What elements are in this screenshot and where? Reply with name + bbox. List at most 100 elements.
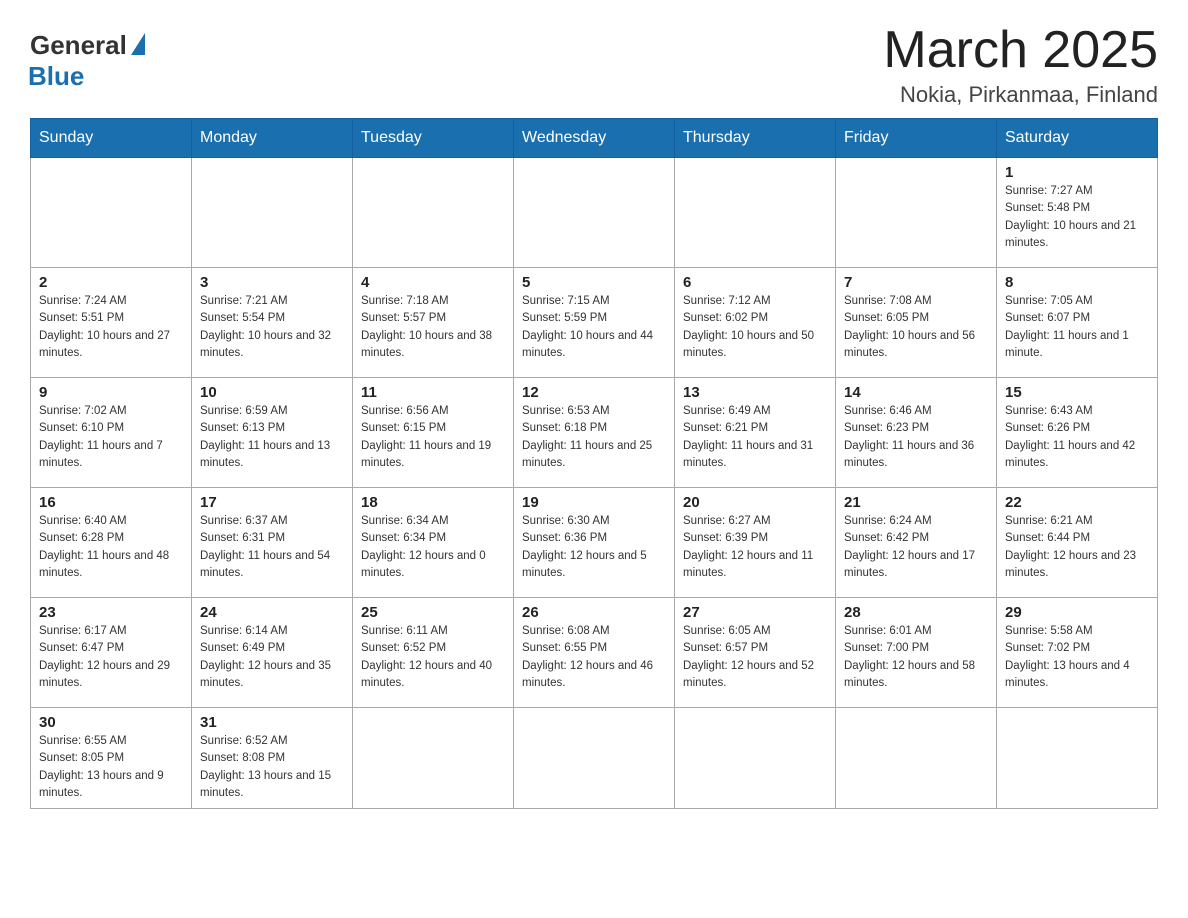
weekday-header-friday: Friday: [836, 119, 997, 158]
calendar-cell: 19 Sunrise: 6:30 AMSunset: 6:36 PMDayligh…: [514, 488, 675, 598]
calendar-cell: 5 Sunrise: 7:15 AMSunset: 5:59 PMDaylight…: [514, 268, 675, 378]
day-number: 2: [39, 274, 183, 291]
day-number: 21: [844, 494, 988, 511]
weekday-header-thursday: Thursday: [675, 119, 836, 158]
calendar-header-row: SundayMondayTuesdayWednesdayThursdayFrid…: [31, 119, 1158, 158]
day-info: Sunrise: 6:08 AMSunset: 6:55 PMDaylight:…: [522, 623, 666, 692]
calendar-cell: 24Sunrise: 6:14 AMSunset: 6:49 PMDayligh…: [192, 598, 353, 708]
calendar-cell: 27 Sunrise: 6:05 AMSunset: 6:57 PMDayligh…: [675, 598, 836, 708]
day-info: Sunrise: 6:52 AMSunset: 8:08 PMDaylight:…: [200, 733, 344, 802]
day-number: 11: [361, 384, 505, 401]
day-info: Sunrise: 6:59 AMSunset: 6:13 PMDaylight:…: [200, 403, 344, 472]
day-info: Sunrise: 7:18 AMSunset: 5:57 PMDaylight:…: [361, 293, 505, 362]
weekday-header-sunday: Sunday: [31, 119, 192, 158]
day-info: Sunrise: 7:15 AMSunset: 5:59 PMDaylight:…: [522, 293, 666, 362]
calendar-cell: 29Sunrise: 5:58 AMSunset: 7:02 PMDayligh…: [997, 598, 1158, 708]
day-info: Sunrise: 6:43 AMSunset: 6:26 PMDaylight:…: [1005, 403, 1149, 472]
day-number: 23: [39, 604, 183, 621]
calendar-cell: 10 Sunrise: 6:59 AMSunset: 6:13 PMDayligh…: [192, 378, 353, 488]
calendar-week-row: 30Sunrise: 6:55 AMSunset: 8:05 PMDayligh…: [31, 708, 1158, 809]
calendar-table: SundayMondayTuesdayWednesdayThursdayFrid…: [30, 118, 1158, 809]
day-number: 30: [39, 714, 183, 731]
title-section: March 2025 Nokia, Pirkanmaa, Finland: [883, 20, 1158, 108]
day-info: Sunrise: 6:53 AMSunset: 6:18 PMDaylight:…: [522, 403, 666, 472]
calendar-cell: 14Sunrise: 6:46 AMSunset: 6:23 PMDayligh…: [836, 378, 997, 488]
calendar-cell: 23 Sunrise: 6:17 AMSunset: 6:47 PMDayligh…: [31, 598, 192, 708]
day-number: 3: [200, 274, 344, 291]
calendar-cell: [836, 158, 997, 268]
day-info: Sunrise: 7:02 AMSunset: 6:10 PMDaylight:…: [39, 403, 183, 472]
day-info: Sunrise: 6:34 AMSunset: 6:34 PMDaylight:…: [361, 513, 505, 582]
weekday-header-wednesday: Wednesday: [514, 119, 675, 158]
calendar-cell: 15Sunrise: 6:43 AMSunset: 6:26 PMDayligh…: [997, 378, 1158, 488]
calendar-cell: 17 Sunrise: 6:37 AMSunset: 6:31 PMDayligh…: [192, 488, 353, 598]
day-info: Sunrise: 7:24 AMSunset: 5:51 PMDaylight:…: [39, 293, 183, 362]
day-number: 17: [200, 494, 344, 511]
day-info: Sunrise: 6:05 AMSunset: 6:57 PMDaylight:…: [683, 623, 827, 692]
calendar-week-row: 2 Sunrise: 7:24 AMSunset: 5:51 PMDaylight…: [31, 268, 1158, 378]
day-number: 5: [522, 274, 666, 291]
calendar-cell: 13Sunrise: 6:49 AMSunset: 6:21 PMDayligh…: [675, 378, 836, 488]
logo-triangle-icon: [131, 33, 145, 55]
day-info: Sunrise: 6:27 AMSunset: 6:39 PMDaylight:…: [683, 513, 827, 582]
day-info: Sunrise: 7:08 AMSunset: 6:05 PMDaylight:…: [844, 293, 988, 362]
day-info: Sunrise: 6:30 AMSunset: 6:36 PMDaylight:…: [522, 513, 666, 582]
logo: General Blue: [30, 30, 145, 92]
calendar-cell: 4Sunrise: 7:18 AMSunset: 5:57 PMDaylight…: [353, 268, 514, 378]
day-number: 27: [683, 604, 827, 621]
day-number: 28: [844, 604, 988, 621]
calendar-cell: [353, 708, 514, 809]
day-info: Sunrise: 6:46 AMSunset: 6:23 PMDaylight:…: [844, 403, 988, 472]
day-info: Sunrise: 6:17 AMSunset: 6:47 PMDaylight:…: [39, 623, 183, 692]
calendar-cell: 26Sunrise: 6:08 AMSunset: 6:55 PMDayligh…: [514, 598, 675, 708]
day-info: Sunrise: 6:24 AMSunset: 6:42 PMDaylight:…: [844, 513, 988, 582]
calendar-cell: [31, 158, 192, 268]
logo-general-text: General: [30, 30, 127, 61]
weekday-header-monday: Monday: [192, 119, 353, 158]
calendar-cell: 6Sunrise: 7:12 AMSunset: 6:02 PMDaylight…: [675, 268, 836, 378]
weekday-header-tuesday: Tuesday: [353, 119, 514, 158]
calendar-cell: [997, 708, 1158, 809]
day-info: Sunrise: 7:21 AMSunset: 5:54 PMDaylight:…: [200, 293, 344, 362]
calendar-cell: [514, 158, 675, 268]
day-number: 25: [361, 604, 505, 621]
month-title: March 2025: [883, 20, 1158, 80]
calendar-cell: 3 Sunrise: 7:21 AMSunset: 5:54 PMDaylight…: [192, 268, 353, 378]
calendar-week-row: 9 Sunrise: 7:02 AMSunset: 6:10 PMDaylight…: [31, 378, 1158, 488]
calendar-week-row: 23 Sunrise: 6:17 AMSunset: 6:47 PMDayligh…: [31, 598, 1158, 708]
location-title: Nokia, Pirkanmaa, Finland: [883, 82, 1158, 108]
calendar-cell: 31 Sunrise: 6:52 AMSunset: 8:08 PMDayligh…: [192, 708, 353, 809]
calendar-week-row: 1Sunrise: 7:27 AMSunset: 5:48 PMDaylight…: [31, 158, 1158, 268]
weekday-header-saturday: Saturday: [997, 119, 1158, 158]
day-number: 9: [39, 384, 183, 401]
calendar-cell: 11Sunrise: 6:56 AMSunset: 6:15 PMDayligh…: [353, 378, 514, 488]
calendar-cell: 1Sunrise: 7:27 AMSunset: 5:48 PMDaylight…: [997, 158, 1158, 268]
day-info: Sunrise: 6:21 AMSunset: 6:44 PMDaylight:…: [1005, 513, 1149, 582]
calendar-cell: 20Sunrise: 6:27 AMSunset: 6:39 PMDayligh…: [675, 488, 836, 598]
day-info: Sunrise: 6:40 AMSunset: 6:28 PMDaylight:…: [39, 513, 183, 582]
page-header: General Blue March 2025 Nokia, Pirkanmaa…: [30, 20, 1158, 108]
day-number: 12: [522, 384, 666, 401]
day-number: 22: [1005, 494, 1149, 511]
calendar-cell: 18Sunrise: 6:34 AMSunset: 6:34 PMDayligh…: [353, 488, 514, 598]
calendar-cell: [192, 158, 353, 268]
day-info: Sunrise: 7:05 AMSunset: 6:07 PMDaylight:…: [1005, 293, 1149, 362]
day-number: 16: [39, 494, 183, 511]
calendar-week-row: 16 Sunrise: 6:40 AMSunset: 6:28 PMDayligh…: [31, 488, 1158, 598]
day-info: Sunrise: 7:27 AMSunset: 5:48 PMDaylight:…: [1005, 183, 1149, 252]
calendar-cell: 30Sunrise: 6:55 AMSunset: 8:05 PMDayligh…: [31, 708, 192, 809]
calendar-cell: [353, 158, 514, 268]
calendar-cell: 8Sunrise: 7:05 AMSunset: 6:07 PMDaylight…: [997, 268, 1158, 378]
calendar-cell: 21 Sunrise: 6:24 AMSunset: 6:42 PMDayligh…: [836, 488, 997, 598]
day-info: Sunrise: 5:58 AMSunset: 7:02 PMDaylight:…: [1005, 623, 1149, 692]
day-number: 19: [522, 494, 666, 511]
day-number: 31: [200, 714, 344, 731]
day-number: 6: [683, 274, 827, 291]
logo-blue-text: Blue: [28, 61, 84, 92]
calendar-cell: [836, 708, 997, 809]
day-number: 10: [200, 384, 344, 401]
day-info: Sunrise: 6:37 AMSunset: 6:31 PMDaylight:…: [200, 513, 344, 582]
calendar-cell: 25Sunrise: 6:11 AMSunset: 6:52 PMDayligh…: [353, 598, 514, 708]
calendar-cell: [675, 158, 836, 268]
day-info: Sunrise: 6:14 AMSunset: 6:49 PMDaylight:…: [200, 623, 344, 692]
